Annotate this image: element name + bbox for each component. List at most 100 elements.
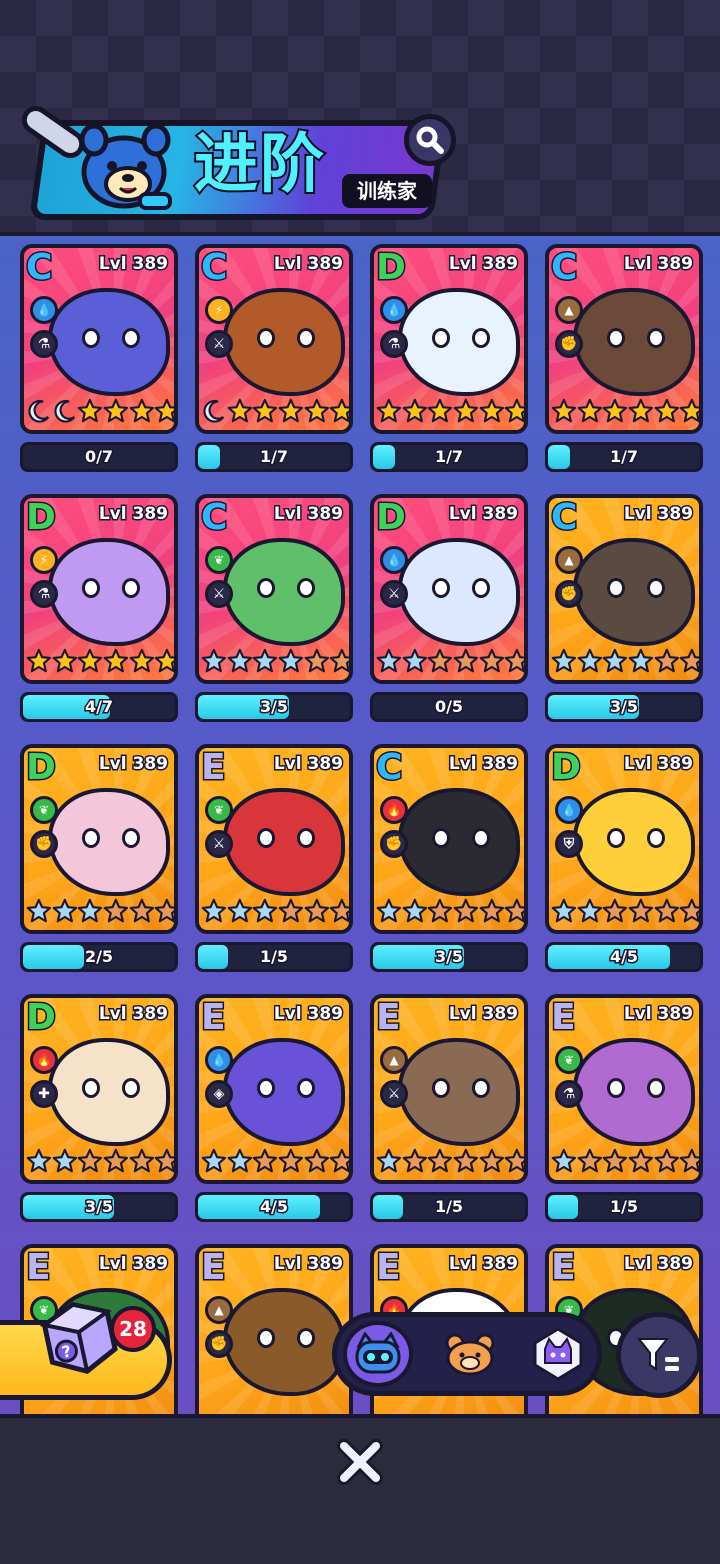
creature-eye bbox=[297, 1078, 315, 1098]
creature-eye bbox=[472, 578, 490, 598]
silver-star-icon bbox=[77, 898, 103, 923]
bronze-star-icon bbox=[129, 898, 154, 923]
level-label: Lvl 389 bbox=[447, 1003, 519, 1026]
level-label: Lvl 389 bbox=[447, 503, 519, 526]
creature-eye bbox=[82, 828, 100, 848]
earth-element-icon: ▲ bbox=[555, 546, 583, 574]
rank-letter: D bbox=[375, 247, 408, 289]
trainer-card[interactable]: E Lvl 389 ❦ ⚗ bbox=[545, 994, 703, 1184]
trainer-card[interactable]: D Lvl 389 💧 ⚗ bbox=[370, 244, 528, 434]
tab-robot-cat[interactable] bbox=[343, 1321, 413, 1387]
creature-eye bbox=[122, 578, 140, 598]
search-button[interactable] bbox=[404, 114, 456, 166]
trainer-card[interactable]: E Lvl 389 ▲ ⚔ bbox=[370, 994, 528, 1184]
bronze-star-icon bbox=[77, 1148, 103, 1173]
creature-eye bbox=[82, 578, 100, 598]
robot-cat-icon bbox=[355, 1332, 401, 1374]
bronze-star-icon bbox=[304, 898, 329, 923]
sword-class-icon: ⚔ bbox=[380, 580, 408, 608]
trainer-card[interactable]: D Lvl 389 🔥 ✚ bbox=[20, 994, 178, 1184]
rank-letter: C bbox=[199, 497, 228, 539]
fire-element-icon: 🔥 bbox=[30, 1046, 58, 1074]
bronze-star-icon bbox=[453, 898, 479, 923]
star-rating bbox=[551, 644, 699, 678]
earth-element-icon: ▲ bbox=[205, 1296, 233, 1324]
bronze-star-icon bbox=[427, 898, 453, 923]
silver-star-icon bbox=[402, 898, 427, 923]
bear-face-icon bbox=[445, 1333, 495, 1376]
creature-eye bbox=[647, 578, 665, 598]
potion-class-icon: ⚗ bbox=[30, 580, 58, 608]
gold-star-icon bbox=[654, 398, 679, 423]
fist-class-icon: ✊ bbox=[380, 830, 408, 858]
gold-star-icon bbox=[680, 398, 699, 423]
close-icon bbox=[337, 1439, 383, 1485]
trainer-card[interactable]: C Lvl 389 ▲ ✊ bbox=[545, 494, 703, 684]
gold-star-icon bbox=[577, 398, 602, 423]
close-button[interactable] bbox=[330, 1432, 390, 1492]
upgrade-progress-bar: 0/7 bbox=[20, 442, 178, 472]
creature-eye bbox=[647, 828, 665, 848]
trainer-card[interactable]: C Lvl 389 💧 ⚗ bbox=[20, 244, 178, 434]
trainer-card[interactable]: E Lvl 389 ❦ ⚔ bbox=[195, 744, 353, 934]
creature-eye bbox=[297, 578, 315, 598]
rank-letter: E bbox=[200, 747, 228, 789]
creature-eye bbox=[432, 1078, 450, 1098]
bronze-star-icon bbox=[278, 898, 304, 923]
star-rating bbox=[201, 394, 349, 428]
silver-star-icon bbox=[26, 1148, 52, 1173]
star-rating bbox=[26, 1144, 174, 1178]
water-element-icon: 💧 bbox=[30, 296, 58, 324]
level-label: Lvl 389 bbox=[272, 503, 344, 526]
rank-letter: D bbox=[550, 747, 583, 789]
star-rating bbox=[26, 894, 174, 928]
trainer-card[interactable]: C Lvl 389 ⚡ ⚔ bbox=[195, 244, 353, 434]
mascot-icon bbox=[79, 123, 172, 210]
sword-class-icon: ⚔ bbox=[205, 830, 233, 858]
tab-cat-gem[interactable] bbox=[523, 1321, 593, 1387]
sword-class-icon: ⚔ bbox=[205, 580, 233, 608]
trainer-card[interactable]: D Lvl 389 ❦ ✊ bbox=[20, 744, 178, 934]
level-label: Lvl 389 bbox=[447, 253, 519, 276]
creature-eye bbox=[472, 828, 490, 848]
trainer-card[interactable]: D Lvl 389 💧 ⛨ bbox=[545, 744, 703, 934]
gold-star-icon bbox=[551, 398, 577, 423]
silver-star-icon bbox=[628, 648, 654, 673]
level-label: Lvl 389 bbox=[447, 753, 519, 776]
level-label: Lvl 389 bbox=[272, 1003, 344, 1026]
trainer-card[interactable]: C Lvl 389 ❦ ⚔ bbox=[195, 494, 353, 684]
silver-star-icon bbox=[376, 898, 402, 923]
heal-class-icon: ✚ bbox=[30, 1080, 58, 1108]
filter-button[interactable] bbox=[616, 1312, 702, 1398]
upgrade-progress-bar: 3/5 bbox=[195, 692, 353, 722]
trainer-card[interactable]: C Lvl 389 🔥 ✊ bbox=[370, 744, 528, 934]
silver-star-icon bbox=[52, 1148, 77, 1173]
bronze-star-icon bbox=[427, 1148, 453, 1173]
silver-star-icon bbox=[201, 1148, 227, 1173]
trainer-card[interactable]: D Lvl 389 ⚡ ⚗ bbox=[20, 494, 178, 684]
silver-star-icon bbox=[252, 898, 278, 923]
bronze-star-icon bbox=[330, 1148, 349, 1173]
creature-eye bbox=[432, 828, 450, 848]
bronze-star-icon bbox=[654, 898, 679, 923]
upgrade-progress-bar: 4/7 bbox=[20, 692, 178, 722]
upgrade-progress-bar: 1/7 bbox=[545, 442, 703, 472]
creature-eye bbox=[297, 828, 315, 848]
upgrade-progress-bar: 3/5 bbox=[545, 692, 703, 722]
tab-bear[interactable] bbox=[435, 1321, 505, 1387]
creature-eye bbox=[257, 578, 275, 598]
trainer-card[interactable]: C Lvl 389 ▲ ✊ bbox=[545, 244, 703, 434]
gold-star-icon bbox=[26, 648, 52, 673]
trainer-card[interactable]: D Lvl 389 💧 ⚔ bbox=[370, 494, 528, 684]
rank-letter: E bbox=[200, 997, 228, 1039]
bronze-star-icon bbox=[680, 898, 699, 923]
fist-class-icon: ✊ bbox=[555, 580, 583, 608]
fist-class-icon: ✊ bbox=[205, 1330, 233, 1358]
star-rating bbox=[26, 394, 174, 428]
bronze-star-icon bbox=[680, 648, 699, 673]
trainer-card[interactable]: E Lvl 389 ▲ ✊ bbox=[195, 1244, 353, 1434]
gold-star-icon bbox=[376, 398, 402, 423]
search-icon bbox=[416, 126, 444, 154]
bronze-star-icon bbox=[304, 1148, 329, 1173]
trainer-card[interactable]: E Lvl 389 💧 ◈ bbox=[195, 994, 353, 1184]
